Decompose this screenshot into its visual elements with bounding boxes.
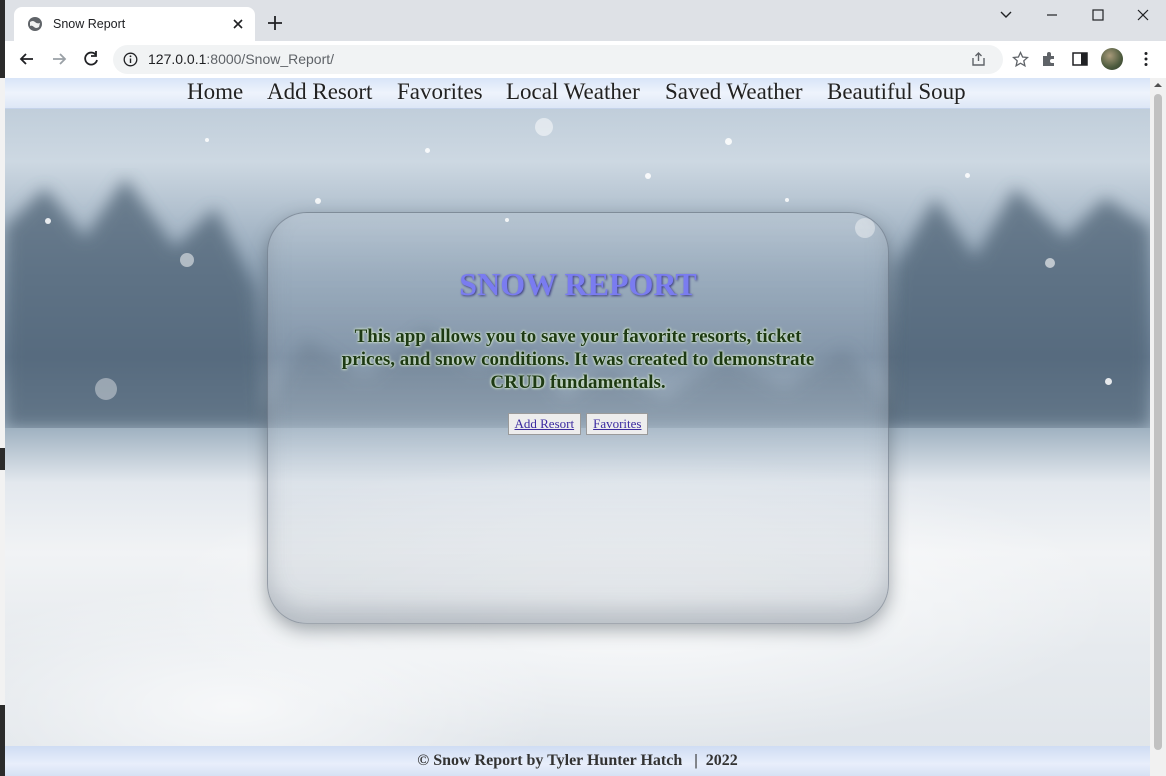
snowflake [425, 148, 430, 153]
snowflake [95, 378, 117, 400]
snowflake [205, 138, 209, 142]
page-viewport: Home Add Resort Favorites Local Weather … [5, 78, 1150, 776]
snowflake [1105, 378, 1112, 385]
maximize-button[interactable] [1075, 0, 1121, 30]
address-bar[interactable]: 127.0.0.1:8000/Snow_Report/ [113, 45, 1029, 74]
url-path: :8000/Snow_Report/ [206, 51, 335, 67]
site-nav-bar: Home Add Resort Favorites Local Weather … [5, 78, 1150, 109]
snowflake [1045, 258, 1055, 268]
nav-link-home[interactable]: Home [187, 79, 243, 105]
close-icon [1137, 9, 1149, 21]
tab-title: Snow Report [53, 17, 126, 31]
page-scrollbar[interactable] [1150, 78, 1166, 776]
browser-chrome: Snow Report 127.0.0.1:8000/Snow_Report/ [5, 0, 1166, 78]
browser-toolbar: 127.0.0.1:8000/Snow_Report/ [5, 41, 1166, 78]
footer-text: © Snow Report by Tyler Hunter Hatch | 20… [417, 752, 738, 769]
snowflake [315, 198, 321, 204]
share-icon[interactable] [970, 51, 987, 68]
minimize-button[interactable] [1029, 0, 1075, 30]
snowflake [725, 138, 732, 145]
globe-icon [28, 17, 42, 31]
nav-link-favorites[interactable]: Favorites [397, 79, 483, 105]
add-resort-button[interactable]: Add Resort [507, 413, 582, 435]
url-text: 127.0.0.1:8000/Snow_Report/ [148, 51, 334, 67]
nav-link-local-weather[interactable]: Local Weather [506, 79, 640, 105]
nav-link-add-resort[interactable]: Add Resort [267, 79, 372, 105]
close-tab-icon[interactable] [230, 16, 246, 32]
snowflake [965, 173, 970, 178]
chevron-down-icon [1000, 11, 1012, 18]
info-icon[interactable] [123, 52, 138, 67]
snowflake [180, 253, 194, 267]
nav-link-saved-weather[interactable]: Saved Weather [665, 79, 803, 105]
tab-strip: Snow Report [5, 0, 1166, 41]
menu-dots-icon[interactable] [1137, 50, 1155, 68]
extensions-icon[interactable] [1040, 50, 1058, 68]
intro-text: This app allows you to save your favorit… [341, 326, 815, 393]
forward-icon[interactable] [49, 49, 69, 69]
scroll-up-icon[interactable] [1150, 78, 1166, 92]
close-window-button[interactable] [1120, 0, 1166, 30]
bookmark-star-icon[interactable] [1012, 51, 1029, 68]
profile-avatar[interactable] [1101, 48, 1123, 70]
snowflake [785, 198, 789, 202]
snowflake [45, 218, 51, 224]
maximize-icon [1092, 9, 1104, 21]
scroll-thumb[interactable] [1154, 94, 1162, 750]
reload-icon[interactable] [81, 49, 101, 69]
snowflake [645, 173, 651, 179]
page-footer: © Snow Report by Tyler Hunter Hatch | 20… [5, 746, 1150, 776]
url-host: 127.0.0.1 [148, 51, 207, 67]
snowflake [535, 118, 553, 136]
side-panel-icon[interactable] [1071, 50, 1089, 68]
intro-card: SNOW REPORT This app allows you to save … [267, 212, 889, 624]
minimize-icon [1047, 14, 1057, 16]
card-button-row: Add Resort Favorites [268, 413, 888, 435]
back-icon[interactable] [17, 49, 37, 69]
nav-link-beautiful-soup[interactable]: Beautiful Soup [827, 79, 966, 105]
browser-tab[interactable]: Snow Report [14, 7, 255, 41]
tab-search-button[interactable] [983, 0, 1029, 30]
page-title: SNOW REPORT [459, 266, 697, 302]
favorites-button[interactable]: Favorites [586, 413, 649, 435]
new-tab-icon[interactable] [265, 13, 285, 33]
